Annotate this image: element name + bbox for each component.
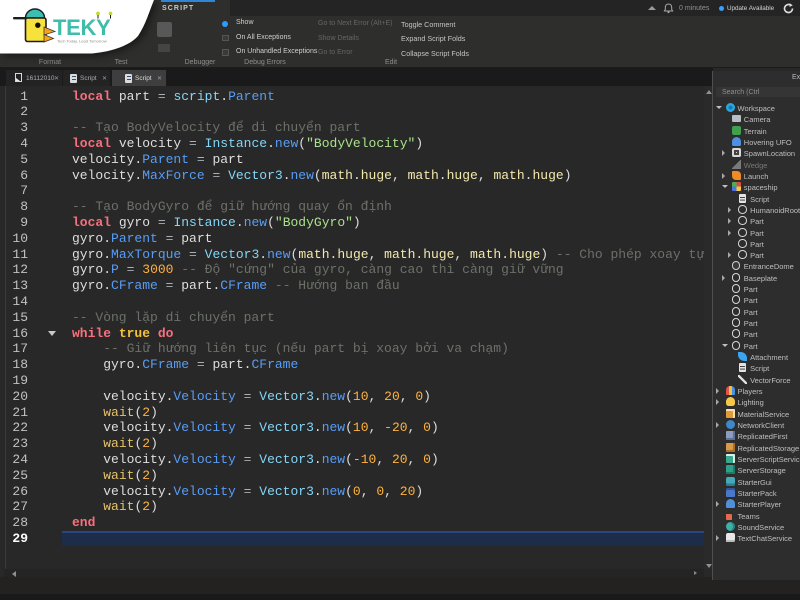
svg-text:TEKY: TEKY — [53, 15, 111, 40]
svg-text:Tech Today, Lead Tomorrow: Tech Today, Lead Tomorrow — [57, 38, 107, 43]
